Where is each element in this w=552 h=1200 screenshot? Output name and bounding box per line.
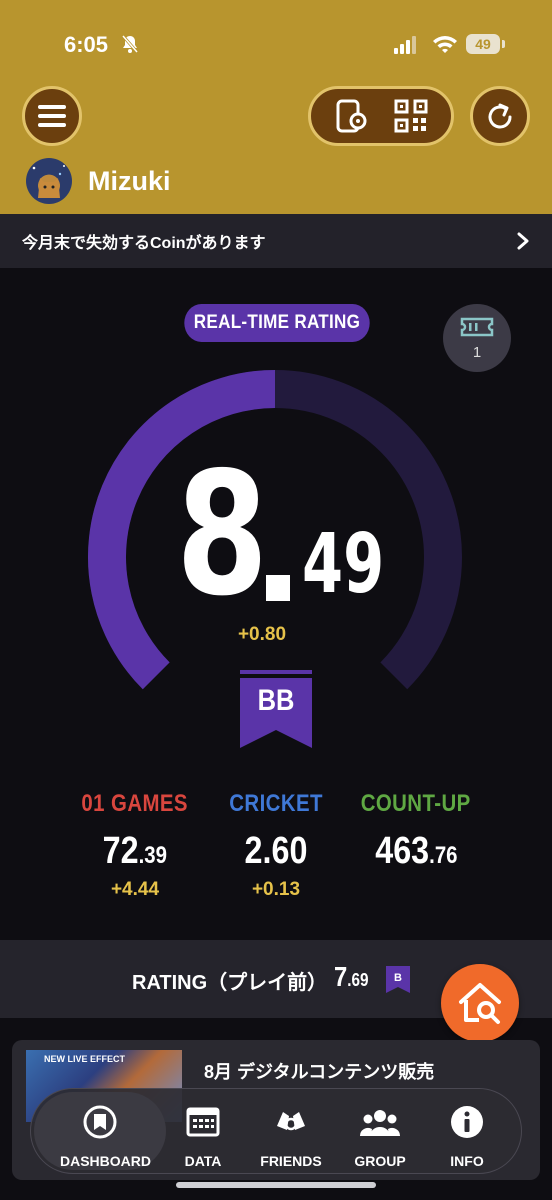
stat-label: COUNT-UP <box>361 790 471 817</box>
stat-count-up[interactable]: COUNT-UP 463.76 <box>346 790 486 879</box>
friends-icon <box>277 1112 305 1131</box>
home-search-icon <box>459 983 501 1024</box>
wifi-icon <box>433 36 457 53</box>
rating-decimal: 49 <box>302 517 385 612</box>
silent-bell-icon <box>121 35 139 53</box>
notice-text: 今月末で失効するCoinがあります <box>22 235 266 252</box>
qr-code-icon[interactable] <box>394 99 428 133</box>
group-icon <box>359 1110 401 1136</box>
nav-label: INFO <box>450 1153 484 1169</box>
banner-title: 8月 デジタルコンテンツ販売 <box>204 1062 435 1082</box>
nav-label: GROUP <box>354 1153 406 1169</box>
stat-value: 2.60 <box>244 830 308 872</box>
calendar-icon <box>186 1107 220 1137</box>
rating-integer: 8 <box>176 436 269 634</box>
refresh-icon <box>488 103 512 129</box>
refresh-button[interactable] <box>470 86 530 146</box>
dashboard-icon <box>83 1105 117 1139</box>
stat-label: CRICKET <box>229 790 323 817</box>
stat-delta: +4.44 <box>110 879 160 900</box>
device-settings-icon[interactable] <box>334 99 368 133</box>
chevron-right-icon <box>517 232 529 250</box>
ticket-icon <box>460 317 494 337</box>
hamburger-icon <box>38 105 66 127</box>
signal-icon <box>394 36 416 54</box>
nav-label: DATA <box>184 1153 222 1169</box>
rating-class: BB <box>257 684 295 717</box>
nav-label: DASHBOARD <box>60 1153 151 1169</box>
stat-delta: +0.13 <box>251 879 301 900</box>
banner-image-label: NEW LIVE EFFECT <box>44 1054 125 1064</box>
nav-info[interactable]: INFO <box>427 1104 507 1169</box>
rating-decimal-point <box>266 575 290 601</box>
nav-label: FRIENDS <box>260 1153 322 1169</box>
stat-value: 72.39 <box>102 830 168 872</box>
status-bar: 6:05 49 <box>0 0 552 80</box>
pre-play-rating-value: 7.69 <box>334 961 369 992</box>
stat-value: 463.76 <box>374 830 458 872</box>
device-qr-pill <box>308 86 454 146</box>
nav-dashboard[interactable]: DASHBOARD <box>60 1104 151 1169</box>
nav-data[interactable]: DATA <box>163 1104 243 1169</box>
nav-group[interactable]: GROUP <box>340 1104 420 1169</box>
stat-cricket[interactable]: CRICKET 2.60 +0.13 <box>206 790 346 901</box>
pre-class-flag-icon: B <box>386 966 410 993</box>
svg-text:B: B <box>394 972 402 984</box>
avatar[interactable] <box>26 158 72 204</box>
stat-label: 01 GAMES <box>81 790 189 817</box>
ticket-count: 1 <box>472 344 482 361</box>
realtime-rating-badge: REAL-TIME RATING <box>184 304 370 342</box>
menu-button[interactable] <box>22 86 82 146</box>
expiring-coin-notice[interactable]: 今月末で失効するCoinがあります <box>0 214 552 268</box>
username: Mizuki <box>88 166 171 196</box>
pre-play-rating-label: RATING（プレイ前） <box>132 972 328 994</box>
rating-delta: +0.80 <box>237 624 287 645</box>
home-indicator <box>176 1182 376 1188</box>
cat-avatar-icon <box>32 165 65 198</box>
battery-indicator: 49 <box>466 34 505 54</box>
nav-friends[interactable]: FRIENDS <box>251 1104 331 1169</box>
shop-search-button[interactable] <box>441 964 519 1042</box>
status-time: 6:05 <box>64 32 109 57</box>
info-icon <box>451 1106 483 1138</box>
stat-01-games[interactable]: 01 GAMES 72.39 +4.44 <box>65 790 205 901</box>
